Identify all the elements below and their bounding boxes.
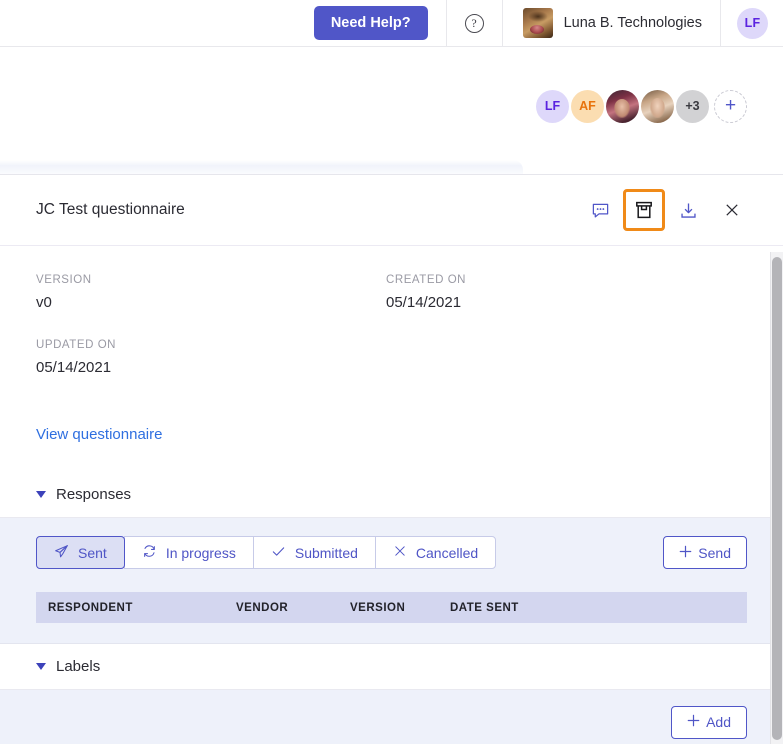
plus-icon bbox=[679, 545, 692, 561]
metadata-row: UPDATED ON 05/14/2021 bbox=[36, 339, 747, 376]
org-name: Luna B. Technologies bbox=[563, 15, 702, 31]
need-help-button[interactable]: Need Help? bbox=[313, 6, 428, 40]
tab-sent[interactable]: Sent bbox=[36, 536, 125, 569]
avatar[interactable]: AF bbox=[571, 89, 604, 123]
chevron-down-icon[interactable] bbox=[36, 663, 46, 670]
tab-label: Submitted bbox=[294, 544, 358, 561]
metadata-field-created-on: CREATED ON 05/14/2021 bbox=[386, 274, 736, 311]
field-value: 05/14/2021 bbox=[36, 359, 112, 376]
x-icon bbox=[393, 544, 407, 561]
avatar[interactable]: LF bbox=[536, 89, 569, 123]
responses-section-header[interactable]: Responses bbox=[0, 472, 783, 518]
org-selector[interactable]: Luna B. Technologies bbox=[503, 0, 720, 47]
chevron-down-icon[interactable] bbox=[36, 491, 46, 498]
question-mark-circle-icon: ? bbox=[464, 13, 484, 33]
metadata-row: VERSION v0 CREATED ON 05/14/2021 bbox=[36, 274, 747, 311]
tab-cancelled[interactable]: Cancelled bbox=[374, 536, 497, 569]
metadata-field-version: VERSION v0 bbox=[36, 274, 386, 311]
section-title: Labels bbox=[56, 658, 101, 675]
tab-label: Sent bbox=[78, 544, 107, 561]
vertical-scrollbar-thumb[interactable] bbox=[772, 257, 782, 740]
questionnaire-detail-panel: JC Test questionnaire VERSION v0 CREATED… bbox=[0, 174, 783, 744]
responses-status-tabs: Sent In progress Submitted Cancelled bbox=[36, 536, 497, 569]
responses-toolbar: Sent In progress Submitted Cancelled Sen… bbox=[36, 536, 747, 569]
collaborators-bar: LF AF +3 + bbox=[0, 47, 783, 165]
panel-body: VERSION v0 CREATED ON 05/14/2021 UPDATED… bbox=[0, 246, 783, 744]
avatar[interactable] bbox=[641, 89, 674, 123]
metadata-block: VERSION v0 CREATED ON 05/14/2021 UPDATED… bbox=[0, 246, 783, 376]
responses-table: RESPONDENT VENDOR VERSION DATE SENT bbox=[36, 592, 747, 623]
labels-section-body: Add bbox=[0, 690, 783, 744]
refresh-icon bbox=[142, 544, 157, 562]
tab-label: Cancelled bbox=[415, 544, 479, 561]
column-header-respondent: RESPONDENT bbox=[48, 601, 133, 614]
labels-section-header[interactable]: Labels bbox=[0, 643, 783, 690]
avatar: LF bbox=[737, 7, 768, 39]
field-value: 05/14/2021 bbox=[386, 294, 462, 311]
field-label: VERSION bbox=[36, 274, 92, 286]
top-bar: Need Help? ? Luna B. Technologies LF bbox=[0, 0, 783, 47]
field-label: UPDATED ON bbox=[36, 339, 117, 351]
archive-icon[interactable] bbox=[623, 189, 665, 231]
column-header-date-sent: DATE SENT bbox=[450, 601, 519, 614]
tab-label: In progress bbox=[165, 544, 236, 561]
plus-icon bbox=[687, 714, 700, 730]
panel-actions bbox=[581, 189, 751, 231]
send-button[interactable]: Send bbox=[663, 536, 747, 569]
responses-section-body: Sent In progress Submitted Cancelled Sen… bbox=[0, 518, 783, 643]
send-button-label: Send bbox=[698, 544, 731, 561]
view-questionnaire-link[interactable]: View questionnaire bbox=[36, 426, 162, 443]
paper-plane-icon bbox=[54, 544, 69, 562]
table-header-row: RESPONDENT VENDOR VERSION DATE SENT bbox=[36, 592, 747, 623]
org-logo-icon bbox=[522, 8, 553, 38]
section-title: Responses bbox=[56, 486, 132, 503]
metadata-field-empty bbox=[386, 339, 736, 376]
tab-submitted[interactable]: Submitted bbox=[252, 536, 375, 569]
tab-in-progress[interactable]: In progress bbox=[123, 536, 253, 569]
field-label: CREATED ON bbox=[386, 274, 467, 286]
view-questionnaire-row: View questionnaire bbox=[0, 404, 783, 444]
add-label-button[interactable]: Add bbox=[671, 705, 747, 739]
help-button[interactable]: ? bbox=[447, 0, 502, 47]
avatar-overflow-count[interactable]: +3 bbox=[676, 89, 709, 123]
avatar[interactable] bbox=[606, 89, 639, 123]
download-icon[interactable] bbox=[669, 191, 707, 229]
avatar-group: LF AF +3 + bbox=[534, 89, 747, 123]
panel-header: JC Test questionnaire bbox=[0, 175, 783, 246]
user-menu[interactable]: LF bbox=[721, 0, 783, 47]
add-label-button-label: Add bbox=[706, 714, 731, 730]
field-value: v0 bbox=[36, 294, 52, 311]
comment-icon[interactable] bbox=[581, 191, 619, 229]
column-header-version: VERSION bbox=[350, 601, 406, 614]
close-icon[interactable] bbox=[713, 191, 751, 229]
metadata-field-updated-on: UPDATED ON 05/14/2021 bbox=[36, 339, 386, 376]
column-header-vendor: VENDOR bbox=[236, 601, 289, 614]
add-collaborator-button[interactable]: + bbox=[714, 89, 747, 123]
page-title: JC Test questionnaire bbox=[36, 201, 185, 218]
check-icon bbox=[271, 544, 286, 562]
